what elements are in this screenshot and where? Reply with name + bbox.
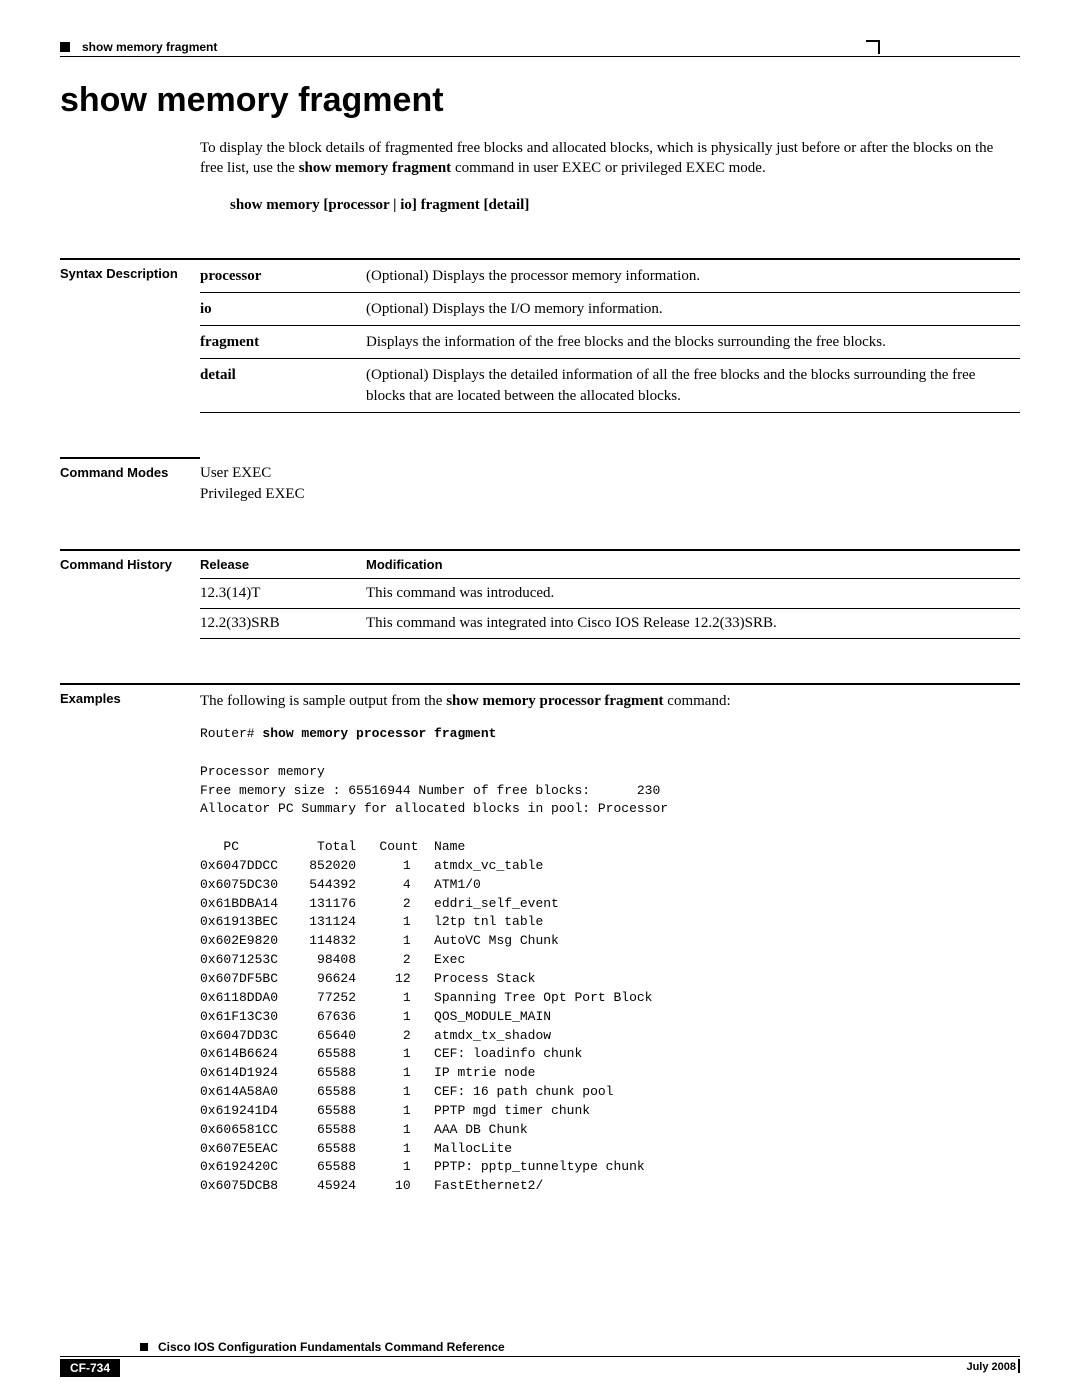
syntax-keyword: detail — [200, 359, 366, 413]
command-modes-body: User EXEC Privileged EXEC — [200, 457, 1020, 505]
syntax-line: show memory [processor | io] fragment [d… — [230, 197, 1020, 214]
history-head-mod: Modification — [366, 550, 1020, 579]
history-mod: This command was introduced. — [366, 578, 1020, 608]
syntax-row: fragment Displays the information of the… — [200, 326, 1020, 359]
crop-mark-icon — [866, 40, 880, 54]
examples-lead-before: The following is sample output from the — [200, 693, 446, 709]
examples-lead: The following is sample output from the … — [200, 691, 1020, 711]
syntax-desc: (Optional) Displays the detailed informa… — [366, 359, 1020, 413]
syntax-row: io (Optional) Displays the I/O memory in… — [200, 292, 1020, 325]
syntax-row: detail (Optional) Displays the detailed … — [200, 359, 1020, 413]
syntax-row: processor (Optional) Displays the proces… — [200, 259, 1020, 293]
history-release: 12.2(33)SRB — [200, 608, 366, 638]
section-label-history: Command History — [60, 549, 200, 639]
history-row: 12.3(14)T This command was introduced. — [200, 578, 1020, 608]
intro-paragraph: To display the block details of fragment… — [200, 138, 1020, 179]
intro-bold-cmd: show memory fragment — [299, 160, 451, 176]
syntax-desc: (Optional) Displays the processor memory… — [366, 259, 1020, 293]
footer-date: July 2008 — [966, 1359, 1020, 1373]
page-title: show memory fragment — [60, 81, 1020, 120]
history-table: Release Modification 12.3(14)T This comm… — [200, 549, 1020, 639]
syntax-desc: Displays the information of the free blo… — [366, 326, 1020, 359]
page-footer: Cisco IOS Configuration Fundamentals Com… — [60, 1340, 1020, 1377]
header-square-icon — [60, 42, 70, 52]
section-command-modes: Command Modes User EXEC Privileged EXEC — [60, 457, 1020, 505]
page-number-badge: CF-734 — [60, 1359, 120, 1377]
syntax-keyword: processor — [200, 259, 366, 293]
cli-body: Processor memory Free memory size : 6551… — [200, 764, 668, 1194]
section-label-syntax: Syntax Description — [60, 258, 200, 413]
syntax-table: processor (Optional) Displays the proces… — [200, 258, 1020, 413]
syntax-keyword: io — [200, 292, 366, 325]
mode-line: Privileged EXEC — [200, 484, 1020, 505]
syntax-keyword: fragment — [200, 326, 366, 359]
history-mod: This command was integrated into Cisco I… — [366, 608, 1020, 638]
syntax-desc: (Optional) Displays the I/O memory infor… — [366, 292, 1020, 325]
section-label-examples: Examples — [60, 683, 200, 1196]
history-row: 12.2(33)SRB This command was integrated … — [200, 608, 1020, 638]
running-title: show memory fragment — [82, 40, 217, 54]
mode-line: User EXEC — [200, 463, 1020, 484]
history-release: 12.3(14)T — [200, 578, 366, 608]
examples-lead-after: command: — [664, 693, 731, 709]
cli-command: show memory processor fragment — [262, 726, 496, 741]
section-command-history: Command History Release Modification 12.… — [60, 549, 1020, 639]
footer-doc-title: Cisco IOS Configuration Fundamentals Com… — [158, 1340, 505, 1354]
examples-lead-bold: show memory processor fragment — [446, 693, 663, 709]
section-examples: Examples The following is sample output … — [60, 683, 1020, 1196]
cli-prompt: Router# — [200, 726, 262, 741]
section-label-modes: Command Modes — [60, 457, 200, 505]
section-syntax-description: Syntax Description processor (Optional) … — [60, 258, 1020, 413]
intro-text-after: command in user EXEC or privileged EXEC … — [451, 160, 766, 176]
history-head-release: Release — [200, 550, 366, 579]
footer-square-icon — [140, 1343, 148, 1351]
cli-output: Router# show memory processor fragment P… — [200, 725, 1020, 1196]
